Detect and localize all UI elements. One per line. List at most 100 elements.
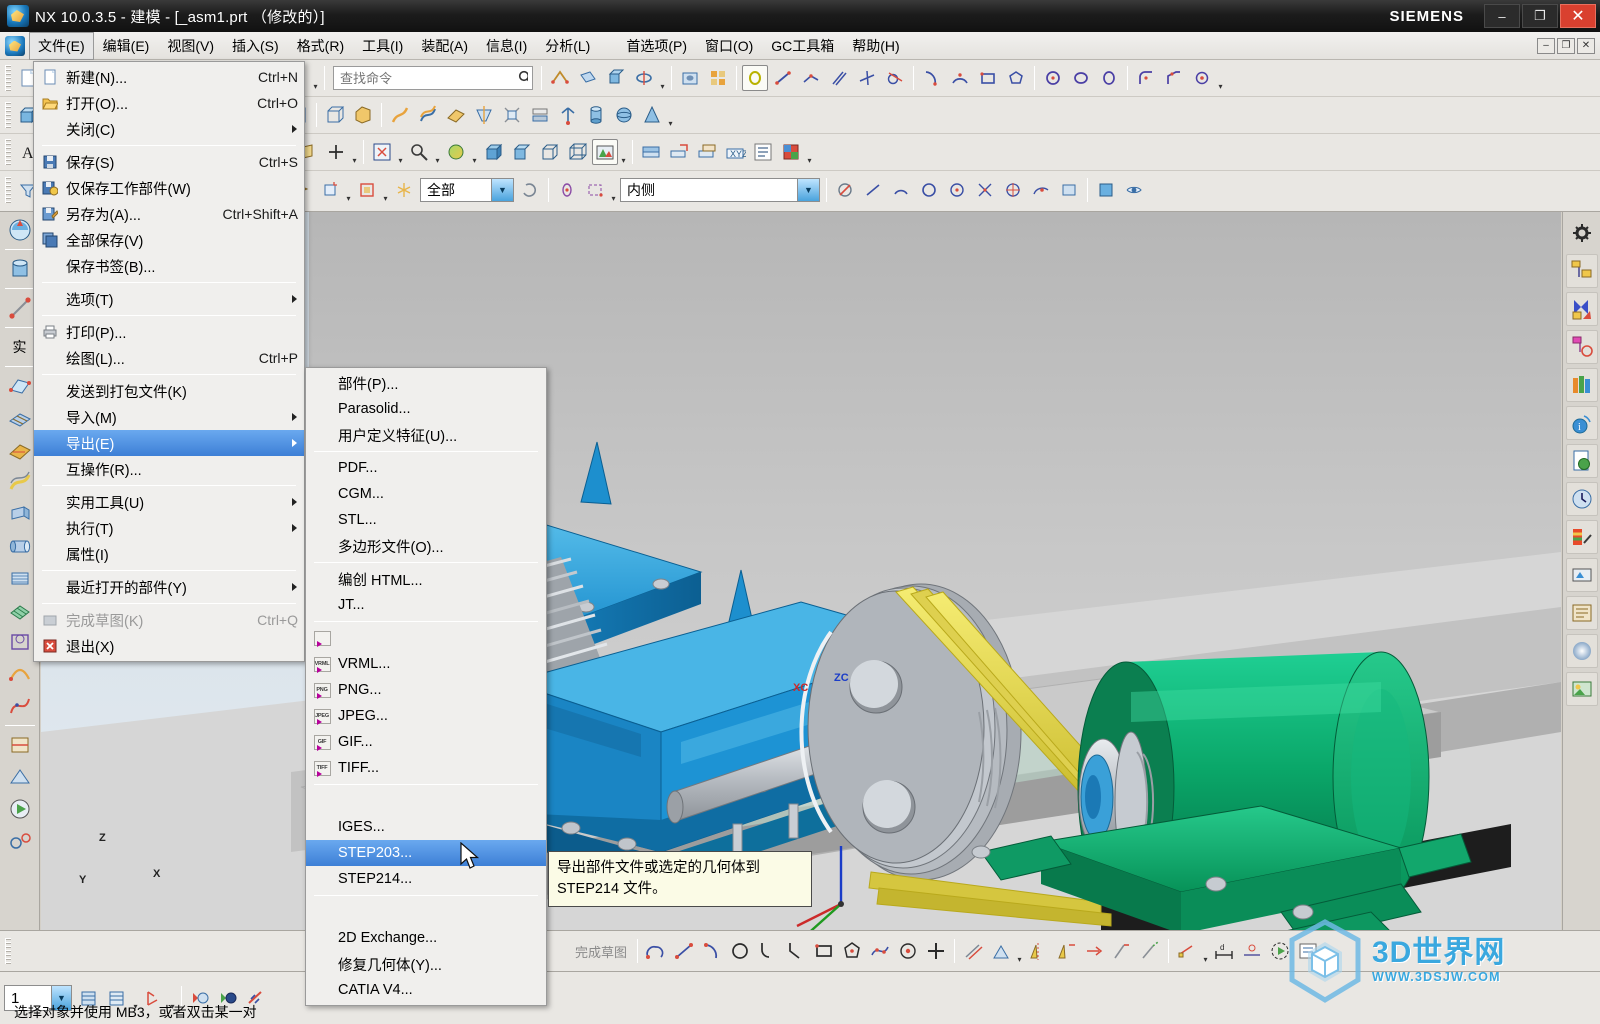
toolbar-grip[interactable] bbox=[5, 139, 11, 165]
export-item-part[interactable]: 部件(P)... bbox=[306, 370, 546, 396]
export-item-polygon-file[interactable]: 多边形文件(O)... bbox=[306, 533, 546, 559]
sketch-dimension-icon[interactable]: d bbox=[1211, 938, 1237, 964]
system-materials-icon[interactable] bbox=[1565, 634, 1598, 668]
sketch-chamfer-icon[interactable] bbox=[783, 938, 809, 964]
roles-icon[interactable] bbox=[1565, 596, 1598, 630]
ruled-icon[interactable] bbox=[443, 102, 469, 128]
sketch-mirror-icon[interactable] bbox=[1025, 938, 1051, 964]
section-surface-icon[interactable] bbox=[4, 563, 36, 593]
export-item-step203[interactable]: IGES... bbox=[306, 814, 546, 840]
sketch-spline-icon[interactable] bbox=[867, 938, 893, 964]
sphere-icon[interactable] bbox=[611, 102, 637, 128]
simulate-icon[interactable] bbox=[4, 794, 36, 824]
export-item-autocad-dxf-dwg[interactable]: STEP214... bbox=[306, 866, 546, 892]
intersect-tool-icon[interactable] bbox=[972, 177, 998, 203]
menu-item-new[interactable]: 新建(N)... Ctrl+N bbox=[34, 64, 304, 90]
motion-icon[interactable] bbox=[4, 826, 36, 856]
part-navigator-icon[interactable] bbox=[1565, 330, 1598, 364]
toolbar-grip[interactable] bbox=[5, 177, 11, 203]
export-submenu-dropdown[interactable]: 部件(P)... Parasolid... 用户定义特征(U)... PDF..… bbox=[305, 367, 547, 1006]
menu-item-open[interactable]: 打开(O)... Ctrl+O bbox=[34, 90, 304, 116]
extrude-icon[interactable] bbox=[603, 65, 629, 91]
export-item-jpeg[interactable]: PNG PNG... bbox=[306, 677, 546, 703]
cone-icon[interactable] bbox=[639, 102, 665, 128]
sketch-in-task-icon[interactable] bbox=[4, 371, 36, 401]
workpart-display-icon[interactable] bbox=[1121, 177, 1147, 203]
static-wireframe-icon[interactable] bbox=[564, 139, 590, 165]
arc-3point-icon[interactable] bbox=[947, 65, 973, 91]
part-navigator-icon[interactable] bbox=[4, 254, 36, 284]
hole-icon[interactable] bbox=[677, 65, 703, 91]
sketch-add-point-icon[interactable] bbox=[923, 938, 949, 964]
menu-item-close[interactable]: 关闭(C) bbox=[34, 116, 304, 142]
conic-icon[interactable] bbox=[1096, 65, 1122, 91]
menu-gc-toolbox[interactable]: GC工具箱 bbox=[762, 32, 843, 60]
finish-sketch-button[interactable]: 完成草图 bbox=[570, 938, 632, 964]
circle-icon[interactable] bbox=[1040, 65, 1066, 91]
thicken-icon[interactable] bbox=[527, 102, 553, 128]
offset-surface-icon[interactable] bbox=[471, 102, 497, 128]
snap-dropdown-caret[interactable]: ▾ bbox=[609, 177, 618, 203]
sketch-line-icon[interactable] bbox=[671, 938, 697, 964]
chamfer-icon[interactable] bbox=[1161, 65, 1187, 91]
menu-item-execute[interactable]: 执行(T) bbox=[34, 515, 304, 541]
ruled-surface-icon[interactable] bbox=[4, 435, 36, 465]
sketch-trim-icon[interactable] bbox=[1109, 938, 1135, 964]
menu-item-save-bookmark[interactable]: 保存书签(B)... bbox=[34, 253, 304, 279]
studio-render-icon[interactable] bbox=[592, 139, 618, 165]
menu-window[interactable]: 窗口(O) bbox=[696, 32, 762, 60]
quadrant-tool-icon[interactable] bbox=[1000, 177, 1026, 203]
center-tool-icon[interactable] bbox=[944, 177, 970, 203]
menu-info[interactable]: 信息(I) bbox=[477, 32, 536, 60]
render-dropdown-caret[interactable]: ▾ bbox=[619, 139, 628, 165]
cylinder-surface-icon[interactable] bbox=[4, 531, 36, 561]
select-face-icon[interactable] bbox=[354, 177, 380, 203]
scope-reset-icon[interactable] bbox=[517, 177, 543, 203]
fillet-icon[interactable] bbox=[1133, 65, 1159, 91]
sketch-offset-curve-icon[interactable] bbox=[960, 938, 986, 964]
menu-item-save[interactable]: 保存(S) Ctrl+S bbox=[34, 149, 304, 175]
menu-file[interactable]: 文件(E) bbox=[29, 31, 94, 60]
export-item-authoring-html[interactable]: 编创 HTML... bbox=[306, 566, 546, 592]
export-item-catia-v5[interactable]: CATIA V4... bbox=[306, 977, 546, 1003]
menu-item-plot[interactable]: 绘图(L)... Ctrl+P bbox=[34, 345, 304, 371]
pattern-icon[interactable] bbox=[705, 65, 731, 91]
mdi-minimize-button[interactable]: – bbox=[1537, 37, 1555, 54]
sketch-project-icon[interactable] bbox=[1081, 938, 1107, 964]
sketch-animate-icon[interactable] bbox=[1267, 938, 1293, 964]
deviation-icon[interactable] bbox=[4, 762, 36, 792]
settings-gear-icon[interactable] bbox=[1566, 216, 1598, 250]
export-item-gif[interactable]: JPEG JPEG... bbox=[306, 703, 546, 729]
arc-icon[interactable] bbox=[919, 65, 945, 91]
assembly-navigator-icon[interactable] bbox=[1565, 254, 1598, 288]
spline-icon[interactable] bbox=[4, 691, 36, 721]
color-dropdown-caret[interactable]: ▾ bbox=[805, 139, 814, 165]
datum-plane-icon[interactable] bbox=[575, 65, 601, 91]
select-body-icon[interactable] bbox=[391, 177, 417, 203]
mesh-surface-icon[interactable] bbox=[4, 403, 36, 433]
scope-combo[interactable]: 全部 ▼ bbox=[420, 178, 514, 202]
layer-settings-icon[interactable] bbox=[638, 139, 664, 165]
mdi-close-button[interactable]: ✕ bbox=[1577, 37, 1595, 54]
restore-button[interactable]: ❐ bbox=[1522, 4, 1558, 28]
menu-item-properties[interactable]: 属性(I) bbox=[34, 541, 304, 567]
point-on-curve-icon[interactable] bbox=[1028, 177, 1054, 203]
sketch-polygon-icon[interactable] bbox=[839, 938, 865, 964]
sew-icon[interactable] bbox=[350, 102, 376, 128]
extrude-surface-icon[interactable] bbox=[4, 499, 36, 529]
menu-preferences[interactable]: 首选项(P) bbox=[617, 32, 696, 60]
menu-item-utilities[interactable]: 实用工具(U) bbox=[34, 489, 304, 515]
point-dropdown-caret[interactable]: ▾ bbox=[350, 139, 359, 165]
line-icon[interactable] bbox=[770, 65, 796, 91]
tangent-icon[interactable] bbox=[882, 65, 908, 91]
wireframe-box-icon[interactable] bbox=[322, 102, 348, 128]
cylinder-icon[interactable] bbox=[583, 102, 609, 128]
offset-curve-icon[interactable] bbox=[4, 627, 36, 657]
zoom-dropdown-caret[interactable]: ▾ bbox=[433, 139, 442, 165]
zoom-view-icon[interactable] bbox=[406, 139, 432, 165]
menu-item-finish-sketch[interactable]: 完成草图(K) Ctrl+Q bbox=[34, 607, 304, 633]
chevron-down-icon[interactable]: ▼ bbox=[491, 179, 513, 201]
wireframe-view-icon[interactable] bbox=[536, 139, 562, 165]
toolbar-grip[interactable] bbox=[5, 65, 11, 91]
menu-analysis[interactable]: 分析(L) bbox=[536, 32, 599, 60]
